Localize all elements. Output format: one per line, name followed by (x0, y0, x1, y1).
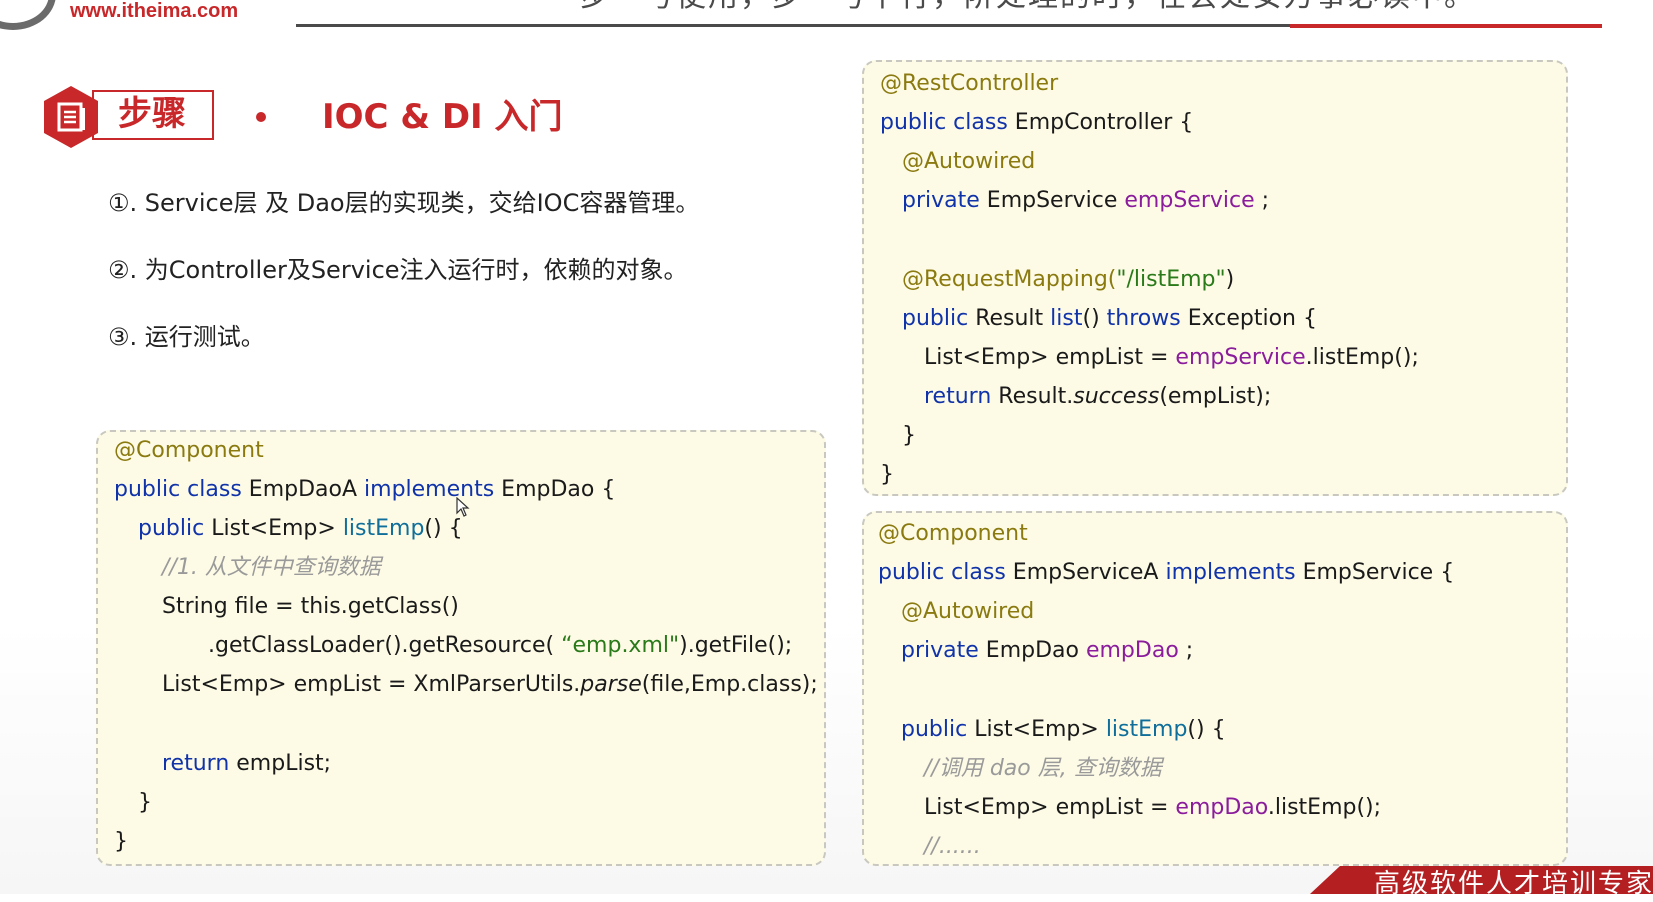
code-text: } (880, 462, 894, 487)
code-text: ; (1254, 188, 1270, 213)
code-string: "/listEmp" (1116, 267, 1226, 292)
code-annotation: @RequestMapping( (902, 267, 1117, 292)
code-text: EmpDaoA (241, 477, 365, 502)
code-keyword: private (901, 638, 979, 663)
code-text: List<Emp> empList = XmlParserUtils. (162, 672, 581, 697)
header-divider-accent (1290, 24, 1602, 28)
code-keyword: implements (1165, 560, 1296, 585)
code-text: } (138, 790, 152, 815)
code-text: .getClassLoader().getResource( (208, 633, 562, 658)
title-bullet (256, 112, 266, 122)
code-field: empDao (1175, 795, 1268, 820)
code-keyword: implements (364, 477, 495, 502)
code-text: EmpController { (1007, 110, 1194, 135)
code-keyword: return (924, 384, 992, 409)
code-comment: //调用 dao 层, 查询数据 (924, 756, 1162, 781)
code-text: } (114, 829, 128, 854)
code-method: listEmp (342, 516, 425, 541)
code-field: empService (1175, 345, 1306, 370)
site-url: www.itheima.com (70, 0, 239, 22)
code-method: listEmp (1105, 717, 1188, 742)
code-text: Exception { (1180, 306, 1317, 331)
code-text: String file = this.getClass() (162, 594, 459, 619)
code-text: List<Emp> empList = (924, 795, 1176, 820)
code-text: () { (424, 516, 463, 541)
code-text: EmpServiceA (1005, 560, 1166, 585)
code-annotation: @Autowired (901, 599, 1035, 624)
code-comment: //1. 从文件中查询数据 (162, 555, 381, 580)
code-text: EmpDao { (494, 477, 616, 502)
code-annotation: @Component (114, 438, 264, 463)
code-text: List<Emp> (204, 516, 343, 541)
footer-banner-text: 高级软件人才培训专家 (1374, 869, 1653, 899)
step-item: ②. 为Controller及Service注入运行时，依赖的对象。 (108, 256, 688, 284)
code-keyword: return (162, 751, 230, 776)
code-text: () (1082, 306, 1107, 331)
code-text: (file,Emp.class); (641, 672, 818, 697)
document-icon (44, 86, 98, 148)
code-keyword: public class (880, 110, 1008, 135)
code-keyword: throws (1106, 306, 1181, 331)
step-item: ①. Service层 及 Dao层的实现类，交给IOC容器管理。 (108, 189, 700, 217)
code-keyword: public (901, 717, 968, 742)
code-text: .listEmp(); (1267, 795, 1382, 820)
code-text: List<Emp> empList = (924, 345, 1176, 370)
step-item: ③. 运行测试。 (108, 323, 265, 351)
code-keyword: public (138, 516, 205, 541)
code-text: ) (1225, 267, 1235, 292)
code-string: “emp.xml" (561, 633, 680, 658)
code-comment: //...... (924, 834, 981, 859)
code-text: EmpDao (978, 638, 1086, 663)
code-text: } (902, 423, 916, 448)
code-text: ; (1178, 638, 1194, 663)
code-method: list (1050, 306, 1083, 331)
mouse-cursor-icon (456, 497, 470, 517)
code-text: empList; (229, 751, 332, 776)
code-panel-service: @Component public class EmpServiceA impl… (862, 511, 1568, 866)
code-keyword: public class (878, 560, 1006, 585)
code-keyword: private (902, 188, 980, 213)
step-badge-label: 步骤 (118, 94, 186, 134)
code-text: Result. (991, 384, 1074, 409)
code-method: parse (580, 672, 642, 697)
code-text: ).getFile(); (679, 633, 793, 658)
code-field: empService (1124, 188, 1255, 213)
code-panel-controller: @RestController public class EmpControll… (862, 60, 1568, 496)
code-field: empDao (1085, 638, 1179, 663)
code-text: List<Emp> (967, 717, 1106, 742)
code-text: EmpService (979, 188, 1125, 213)
code-annotation: @RestController (880, 71, 1059, 96)
code-text: (empList); (1159, 384, 1272, 409)
step-badge: 步骤 (42, 84, 217, 148)
code-keyword: public class (114, 477, 242, 502)
code-panel-dao: @Component public class EmpDaoA implemen… (96, 430, 826, 866)
code-method: success (1073, 384, 1160, 409)
header-slogan: 步一号使用，步一号下行，阶处理的时，在会处安万事必读中。 (580, 0, 1630, 12)
code-text: .listEmp(); (1305, 345, 1419, 370)
code-text: Result (968, 306, 1051, 331)
code-text: () { (1187, 717, 1226, 742)
code-text: EmpService { (1295, 560, 1455, 585)
code-annotation: @Autowired (902, 149, 1036, 174)
page-title: IOC & DI 入门 (322, 97, 563, 137)
code-keyword: public (902, 306, 969, 331)
code-annotation: @Component (878, 521, 1028, 546)
